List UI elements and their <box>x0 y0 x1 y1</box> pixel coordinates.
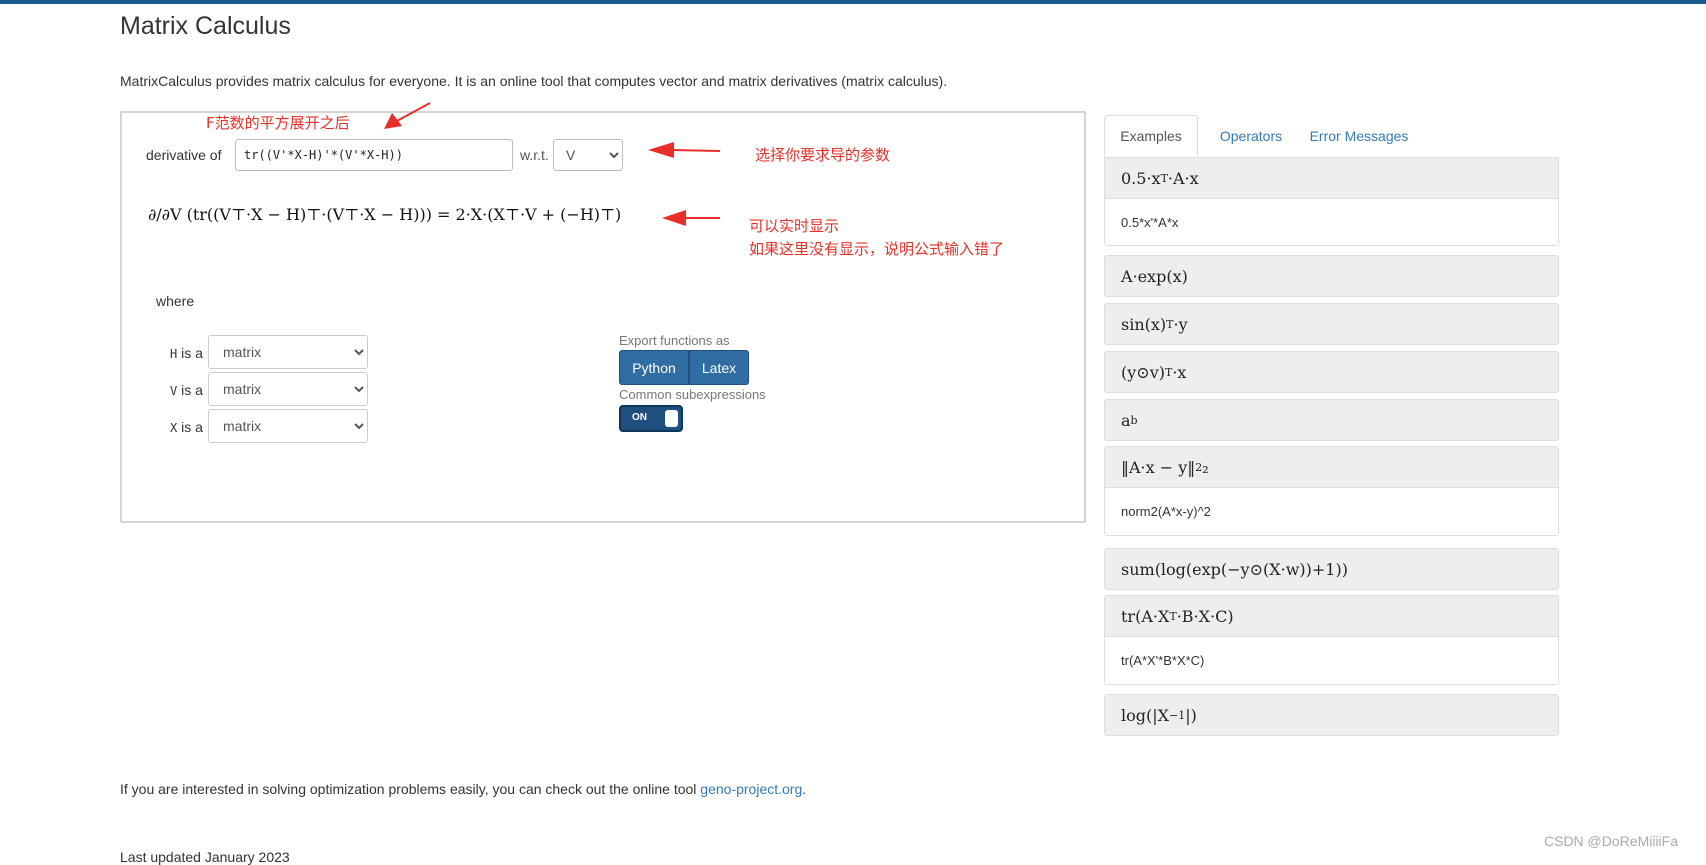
example-card[interactable]: log(|X −1 |) <box>1104 694 1559 736</box>
example-formula: sum(log(exp(−y⊙(X·w))+1)) <box>1105 549 1558 589</box>
arrow-line-top <box>394 102 431 123</box>
example-card[interactable]: A·exp(x) <box>1104 255 1559 297</box>
geno-project-link[interactable]: geno-project.org <box>700 781 802 797</box>
example-card[interactable]: ‖A·x − y‖ 2 ₂ norm2(A*x-y)^2 <box>1104 446 1559 536</box>
example-card[interactable]: sin(x) T ·y <box>1104 303 1559 345</box>
watermark: CSDN @DoReMiiiiFa <box>1544 833 1679 849</box>
tab-examples[interactable]: Examples <box>1104 115 1198 157</box>
footer-text: If you are interested in solving optimiz… <box>120 781 807 797</box>
example-formula: (y⊙v) T ·x <box>1105 352 1558 392</box>
arrow-head-formula <box>662 210 686 226</box>
example-card[interactable]: sum(log(exp(−y⊙(X·w))+1)) <box>1104 548 1559 590</box>
example-code: norm2(A*x-y)^2 <box>1105 487 1558 535</box>
tab-error-messages[interactable]: Error Messages <box>1304 115 1414 157</box>
arrow-head-top <box>384 113 402 129</box>
tab-operators[interactable]: Operators <box>1215 115 1287 157</box>
example-formula: 0.5·x T ·A·x <box>1105 158 1558 198</box>
example-formula: ab <box>1105 400 1558 440</box>
example-card[interactable]: (y⊙v) T ·x <box>1104 351 1559 393</box>
example-code: tr(A*X'*B*X*C) <box>1105 636 1558 684</box>
arrow-head-param <box>648 142 674 158</box>
example-formula: log(|X −1 |) <box>1105 695 1558 735</box>
example-formula: sin(x) T ·y <box>1105 304 1558 344</box>
examples-tabs: Examples Operators Error Messages <box>1104 115 1559 158</box>
example-card[interactable]: tr(A·X T ·B·X·C) tr(A*X'*B*X*C) <box>1104 595 1559 685</box>
example-formula: ‖A·x − y‖ 2 ₂ <box>1105 447 1558 487</box>
example-card[interactable]: ab <box>1104 399 1559 441</box>
last-updated-text: Last updated January 2023 <box>120 849 290 865</box>
example-formula: A·exp(x) <box>1105 256 1558 296</box>
example-formula: tr(A·X T ·B·X·C) <box>1105 596 1558 636</box>
example-code: 0.5*x'*A*x <box>1105 198 1558 245</box>
example-card[interactable]: 0.5·x T ·A·x 0.5*x'*A*x <box>1104 157 1559 246</box>
arrow-line-param <box>671 149 721 152</box>
